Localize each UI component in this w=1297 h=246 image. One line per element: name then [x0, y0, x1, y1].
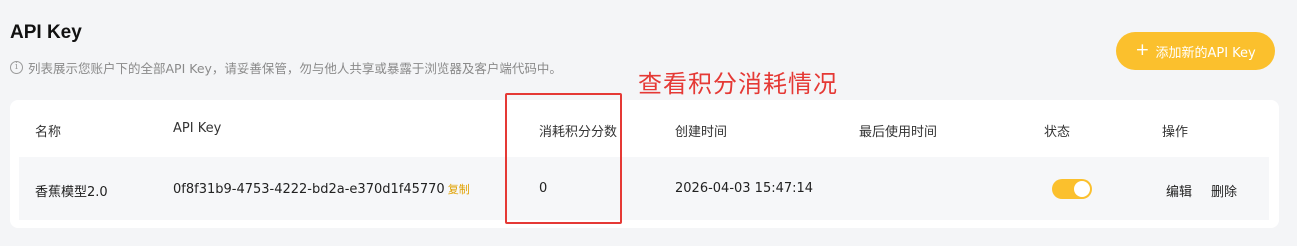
row-created-at: 2026-04-03 15:47:14 — [675, 181, 814, 196]
row-name: 香蕉模型2.0 — [35, 185, 108, 200]
add-api-key-button[interactable]: + 添加新的API Key — [1116, 32, 1275, 70]
api-key-table: 名称 API Key 消耗积分分数 创建时间 最后使用时间 状态 操作 香蕉模型… — [10, 100, 1279, 228]
row-api-key-cell: 0f8f31b9-4753-4222-bd2a-e370d1f45770 复制 — [173, 181, 470, 197]
edit-button[interactable]: 编辑 — [1166, 181, 1192, 200]
add-api-key-label: 添加新的API Key — [1155, 45, 1256, 61]
page-description: i 列表展示您账户下的全部API Key，请妥善保管，勿与他人共享或暴露于浏览器… — [10, 58, 562, 77]
column-header-last-used: 最后使用时间 — [859, 125, 938, 140]
status-toggle[interactable] — [1052, 179, 1092, 199]
copy-key-link[interactable]: 复制 — [448, 181, 470, 197]
column-header-created-at: 创建时间 — [675, 125, 728, 140]
column-header-actions: 操作 — [1162, 125, 1189, 140]
info-icon: i — [10, 61, 23, 74]
table-header: 名称 API Key 消耗积分分数 创建时间 最后使用时间 状态 操作 — [19, 100, 1269, 158]
column-header-name: 名称 — [35, 125, 62, 140]
page-title: API Key — [10, 22, 82, 43]
row-credits-used: 0 — [539, 181, 548, 196]
row-api-key: 0f8f31b9-4753-4222-bd2a-e370d1f45770 — [173, 182, 445, 197]
column-header-credits-used: 消耗积分分数 — [539, 125, 618, 140]
table-row: 香蕉模型2.0 0f8f31b9-4753-4222-bd2a-e370d1f4… — [19, 157, 1269, 220]
toggle-knob — [1074, 181, 1090, 197]
column-header-status: 状态 — [1044, 125, 1071, 140]
delete-button[interactable]: 删除 — [1211, 181, 1237, 200]
column-header-api-key: API Key — [173, 121, 222, 136]
plus-icon: + — [1135, 39, 1150, 60]
description-text: 列表展示您账户下的全部API Key，请妥善保管，勿与他人共享或暴露于浏览器及客… — [28, 61, 562, 76]
annotation-text: 查看积分消耗情况 — [638, 70, 838, 98]
